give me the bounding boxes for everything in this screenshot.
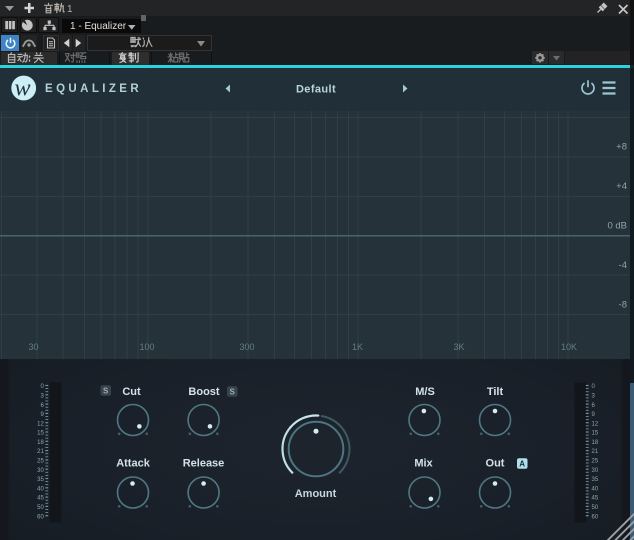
- svg-text:Attack: Attack: [116, 458, 151, 470]
- svg-text:50: 50: [592, 505, 599, 511]
- svg-text:25: 25: [592, 459, 599, 465]
- svg-text:35: 35: [37, 477, 44, 483]
- svg-text:Boost: Boost: [188, 386, 220, 398]
- svg-text:w: w: [15, 76, 31, 102]
- svg-text:18: 18: [592, 440, 599, 446]
- svg-text:300: 300: [239, 342, 254, 352]
- svg-text:-4: -4: [619, 260, 627, 271]
- svg-text:Default: Default: [296, 84, 336, 96]
- svg-text:60: 60: [592, 514, 599, 520]
- svg-text:Out: Out: [486, 458, 505, 470]
- svg-text:30: 30: [37, 468, 44, 474]
- svg-text:0 dB: 0 dB: [607, 221, 627, 232]
- svg-text:+4: +4: [616, 181, 627, 192]
- svg-text:3: 3: [592, 393, 596, 399]
- svg-text:0: 0: [592, 384, 596, 390]
- svg-text:12: 12: [592, 421, 599, 427]
- svg-text:50: 50: [37, 505, 44, 511]
- svg-text:45: 45: [37, 496, 44, 502]
- svg-text:A: A: [519, 459, 525, 468]
- svg-text:9: 9: [592, 412, 596, 418]
- svg-text:30: 30: [28, 342, 38, 352]
- svg-text:Mix: Mix: [414, 458, 433, 470]
- svg-text:12: 12: [37, 421, 44, 427]
- svg-text:3K: 3K: [453, 342, 464, 352]
- svg-text:100: 100: [139, 342, 154, 352]
- svg-text:9: 9: [40, 412, 44, 418]
- svg-text:M/S: M/S: [415, 386, 435, 398]
- svg-text:-8: -8: [619, 299, 627, 310]
- svg-text:Amount: Amount: [295, 488, 337, 500]
- svg-text:45: 45: [592, 496, 599, 502]
- svg-text:Release: Release: [183, 458, 225, 470]
- svg-text:10K: 10K: [561, 342, 577, 352]
- svg-text:3: 3: [40, 393, 44, 399]
- svg-text:25: 25: [37, 459, 44, 465]
- svg-text:S: S: [103, 386, 109, 395]
- svg-text:Tilt: Tilt: [487, 386, 504, 398]
- svg-text:15: 15: [592, 431, 599, 437]
- svg-text:15: 15: [37, 431, 44, 437]
- svg-text:0: 0: [40, 384, 44, 390]
- svg-text:30: 30: [592, 468, 599, 474]
- svg-text:60: 60: [37, 514, 44, 520]
- svg-text:EQUALIZER: EQUALIZER: [45, 83, 142, 95]
- svg-text:21: 21: [37, 449, 44, 455]
- svg-text:40: 40: [592, 486, 599, 492]
- svg-text:35: 35: [592, 477, 599, 483]
- svg-text:21: 21: [592, 449, 599, 455]
- svg-text:1K: 1K: [352, 342, 363, 352]
- svg-text:Cut: Cut: [122, 386, 141, 398]
- svg-text:18: 18: [37, 440, 44, 446]
- svg-text:S: S: [230, 387, 236, 396]
- svg-text:6: 6: [592, 403, 596, 409]
- svg-text:40: 40: [37, 486, 44, 492]
- svg-text:6: 6: [40, 403, 44, 409]
- svg-text:+8: +8: [616, 142, 627, 153]
